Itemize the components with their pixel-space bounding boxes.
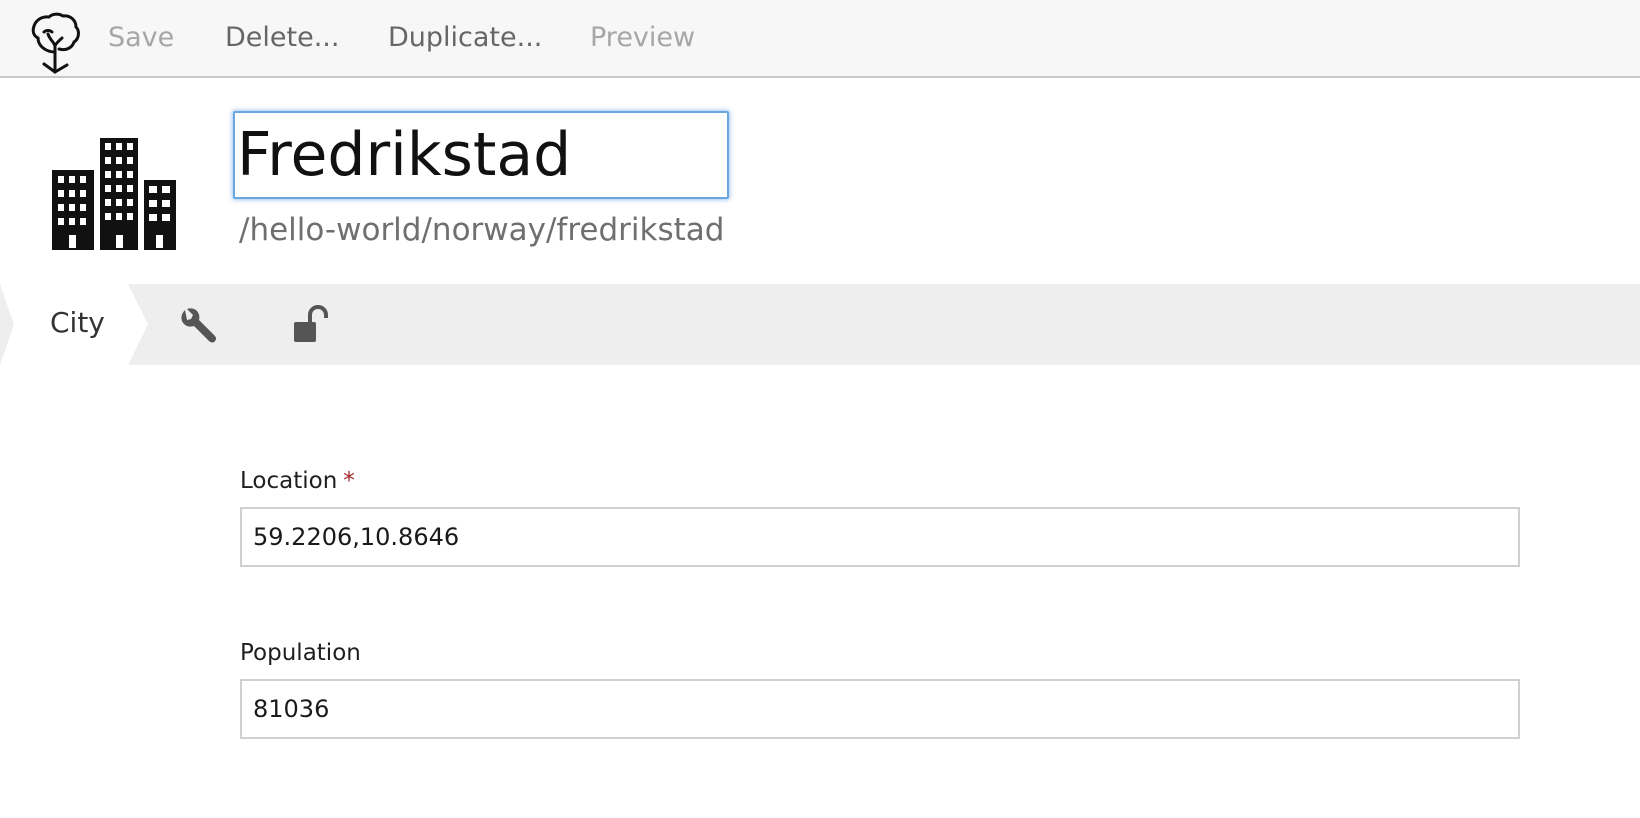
content-path: /hello-world/norway/fredrikstad xyxy=(239,212,725,248)
population-label: Population xyxy=(240,640,361,666)
tab-city[interactable]: City xyxy=(0,284,148,365)
unlock-icon[interactable] xyxy=(290,304,332,346)
preview-button[interactable]: Preview xyxy=(590,18,695,58)
tab-city-label: City xyxy=(50,306,105,339)
tree-logo-icon[interactable] xyxy=(28,12,82,74)
title-input[interactable] xyxy=(233,111,729,199)
location-input[interactable] xyxy=(240,507,1520,567)
wrench-icon[interactable] xyxy=(176,304,218,346)
population-input[interactable] xyxy=(240,679,1520,739)
location-label-text: Location xyxy=(240,468,338,494)
tab-bar: City xyxy=(0,284,1640,365)
location-label: Location * xyxy=(240,468,355,494)
save-button[interactable]: Save xyxy=(108,18,174,58)
duplicate-button[interactable]: Duplicate... xyxy=(388,18,542,58)
required-marker: * xyxy=(343,468,355,494)
toolbar: Save Delete... Duplicate... Preview xyxy=(0,0,1640,78)
city-buildings-icon xyxy=(52,138,178,250)
delete-button[interactable]: Delete... xyxy=(225,18,339,58)
